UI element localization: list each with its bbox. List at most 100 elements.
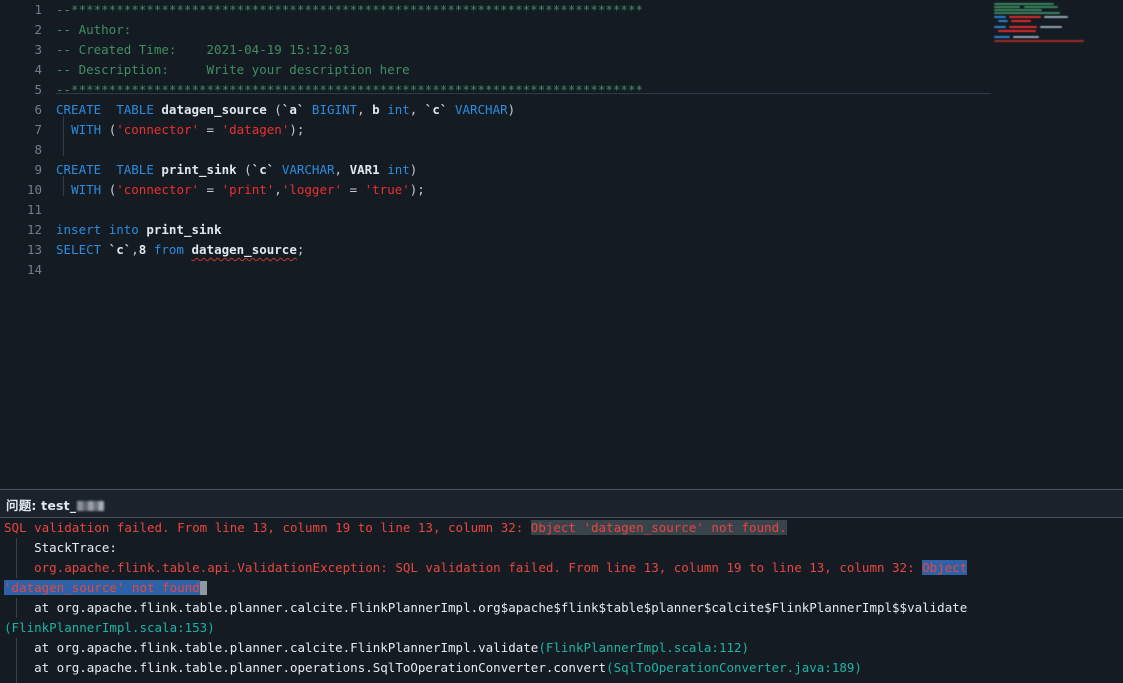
code-token: CREATE xyxy=(56,162,102,177)
minimap-line xyxy=(994,9,1042,11)
console-line[interactable]: SQL validation failed. From line 13, col… xyxy=(0,518,1123,538)
code-token: ); xyxy=(289,122,305,137)
code-token: `a` xyxy=(281,102,305,117)
code-token: CREATE xyxy=(56,102,102,117)
code-token: ( xyxy=(101,122,117,137)
code-token: from xyxy=(153,242,184,257)
code-token: -- Description: Write your description h… xyxy=(56,62,410,77)
console-tabbar: 问题: test_ xyxy=(0,490,1123,518)
code-line[interactable]: 11 xyxy=(0,200,1123,220)
console-line[interactable]: at org.apache.flink.table.planner.calcit… xyxy=(0,598,1123,618)
line-number: 10 xyxy=(26,182,42,197)
code-token: , xyxy=(131,242,139,257)
code-token: -- Created Time: 2021-04-19 15:12:03 xyxy=(56,42,350,57)
console-text-segment: at org.apache.flink.table.planner.operat… xyxy=(4,660,607,675)
code-line[interactable]: 8 xyxy=(0,140,1123,160)
code-token: datagen_source xyxy=(161,102,267,117)
code-token: WITH xyxy=(71,122,102,137)
code-line[interactable]: 2 -- Author: xyxy=(0,20,1123,40)
minimap-line xyxy=(994,16,1006,18)
code-token: , xyxy=(274,182,282,197)
console-text-segment: at org.apache.flink.table.planner.calcit… xyxy=(4,600,968,615)
code-line[interactable]: 12 insert into print_sink xyxy=(0,220,1123,240)
code-line[interactable]: 5 --*************************************… xyxy=(0,80,1123,100)
line-number: 13 xyxy=(26,242,42,257)
code-line[interactable]: 6 CREATE TABLE datagen_source (`a` BIGINT… xyxy=(0,100,1123,120)
indent-guide xyxy=(63,116,64,136)
console-lines-container[interactable]: SQL validation failed. From line 13, col… xyxy=(0,518,1123,678)
code-token: TABLE xyxy=(116,162,154,177)
line-number: 9 xyxy=(34,162,42,177)
error-console-pane[interactable]: SQL validation failed. From line 13, col… xyxy=(0,518,1123,683)
problems-tab[interactable]: 问题: test_ xyxy=(6,495,105,514)
line-number: 8 xyxy=(34,142,42,157)
console-text-segment: (FlinkPlannerImpl.scala:112) xyxy=(538,640,750,655)
indent-guide xyxy=(63,136,64,156)
line-number: 3 xyxy=(34,42,42,57)
code-token: `c` xyxy=(108,242,132,257)
code-minimap[interactable] xyxy=(990,0,1123,44)
redacted-filename xyxy=(77,501,105,511)
code-token: b xyxy=(372,102,380,117)
code-token: , xyxy=(357,102,373,117)
sql-editor-pane[interactable]: 1 --*************************************… xyxy=(0,0,1123,490)
editor-section-rule xyxy=(56,93,991,94)
code-token: VARCHAR xyxy=(454,102,508,117)
code-line[interactable]: 9 CREATE TABLE print_sink (`c` VARCHAR, V… xyxy=(0,160,1123,180)
code-token: ; xyxy=(296,242,305,257)
code-token: ( xyxy=(101,182,117,197)
console-line[interactable]: at org.apache.flink.table.planner.operat… xyxy=(0,658,1123,678)
code-token: = xyxy=(342,182,365,197)
code-token: ( xyxy=(236,162,252,177)
code-line-text: -- Description: Write your description h… xyxy=(56,60,410,80)
console-line[interactable]: StackTrace: xyxy=(0,538,1123,558)
code-lines-container[interactable]: 1 --*************************************… xyxy=(0,0,1123,280)
line-number: 5 xyxy=(34,82,42,97)
code-line[interactable]: 10 WITH ('connector' = 'print','logger' … xyxy=(0,180,1123,200)
console-line[interactable]: at org.apache.flink.table.planner.calcit… xyxy=(0,638,1123,658)
code-token: = xyxy=(199,122,222,137)
code-token: int xyxy=(387,162,410,177)
console-text-segment: StackTrace: xyxy=(4,540,117,555)
code-line[interactable]: 13 SELECT `c`,8 from datagen_source; xyxy=(0,240,1123,260)
code-line[interactable]: 7 WITH ('connector' = 'datagen'); xyxy=(0,120,1123,140)
code-token: datagen_source xyxy=(191,242,297,257)
code-token: --**************************************… xyxy=(56,2,643,17)
line-number: 11 xyxy=(26,202,42,217)
code-token: BIGINT xyxy=(311,102,358,117)
code-token: 'logger' xyxy=(281,182,343,197)
code-line-text: --**************************************… xyxy=(56,80,643,100)
code-line-text: WITH ('connector' = 'print','logger' = '… xyxy=(56,180,425,200)
code-line-text: --**************************************… xyxy=(56,0,643,20)
code-line-text: SELECT `c`,8 from datagen_source; xyxy=(56,240,304,260)
console-text-segment: org.apache.flink.table.api.ValidationExc… xyxy=(4,560,923,575)
minimap-line xyxy=(994,36,1010,38)
console-line[interactable]: 'datagen_source' not found xyxy=(0,578,1123,598)
code-line[interactable]: 1 --*************************************… xyxy=(0,0,1123,20)
minimap-line xyxy=(998,30,1036,32)
code-line[interactable]: 3 -- Created Time: 2021-04-19 15:12:03 xyxy=(0,40,1123,60)
code-line[interactable]: 4 -- Description: Write your description … xyxy=(0,60,1123,80)
console-line[interactable]: (FlinkPlannerImpl.scala:153) xyxy=(0,618,1123,638)
console-text-segment: 'datagen_source' not found xyxy=(4,580,200,595)
console-text-segment: (SqlToOperationConverter.java:189) xyxy=(606,660,862,675)
minimap-line xyxy=(1011,20,1031,22)
minimap-line xyxy=(1040,26,1062,28)
code-token: 'print' xyxy=(221,182,275,197)
console-line[interactable]: org.apache.flink.table.api.ValidationExc… xyxy=(0,558,1123,578)
minimap-line xyxy=(994,6,1020,8)
line-number: 12 xyxy=(26,222,42,237)
console-text-segment: Object 'datagen_source' not found. xyxy=(530,520,787,535)
line-number: 4 xyxy=(34,62,42,77)
code-token: `c` xyxy=(251,162,275,177)
code-line[interactable]: 14 xyxy=(0,260,1123,280)
code-token: VARCHAR xyxy=(281,162,335,177)
